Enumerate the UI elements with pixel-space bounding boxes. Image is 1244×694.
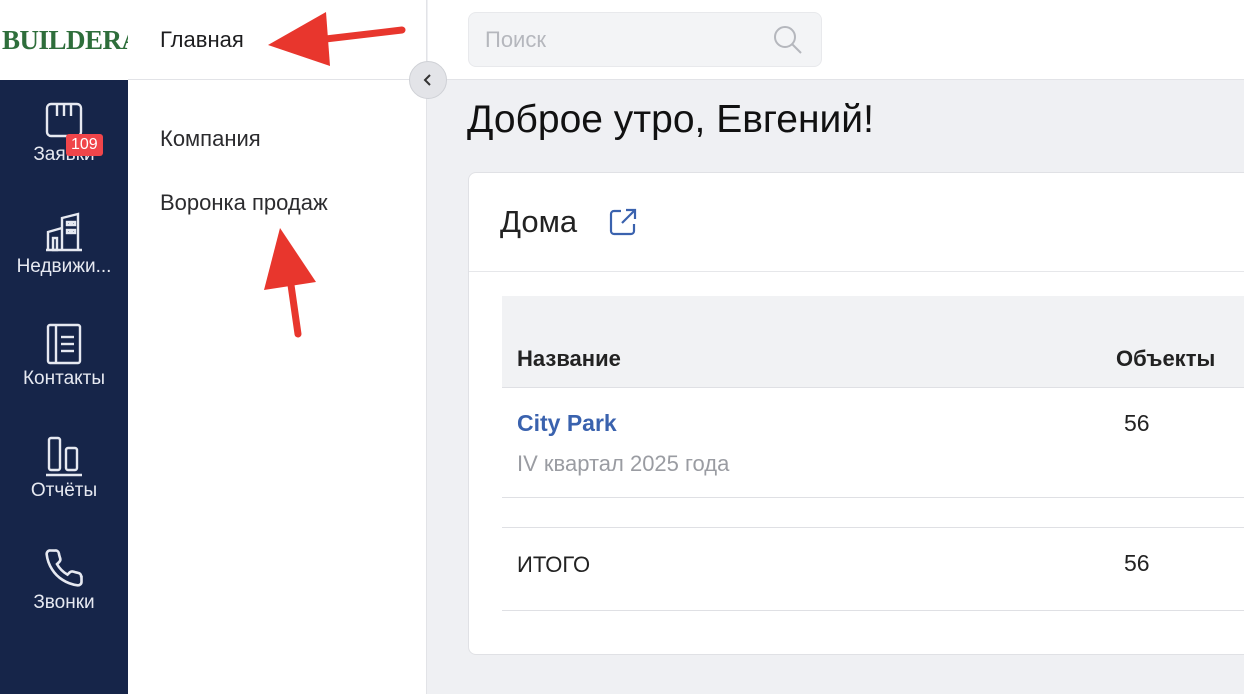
sidebar-item-contacts[interactable]: Контакты [0, 322, 128, 390]
sidebar-item-reports[interactable]: Отчёты [0, 434, 128, 502]
logo-text: BUILDERA [2, 24, 141, 55]
sidebar-item-label: Контакты [22, 368, 106, 389]
contacts-icon [42, 322, 86, 366]
sidebar-item-calls[interactable]: Звонки [0, 546, 128, 614]
table-total-row: ИТОГО 56 [502, 528, 1244, 611]
submenu-item-company[interactable]: Компания [160, 126, 261, 152]
main-sidebar: 109 Заявки Недвижи... Контакты Отчёты Зв… [0, 80, 128, 694]
table-row: City Park IV квартал 2025 года 56 [502, 388, 1244, 498]
house-completion-date: IV квартал 2025 года [517, 451, 730, 476]
sidebar-item-real-estate[interactable]: Недвижи... [0, 210, 128, 278]
houses-table: Название Объекты City Park IV квартал 20… [502, 296, 1244, 611]
search-box [468, 12, 822, 67]
table-header: Название Объекты [502, 296, 1244, 388]
reports-icon [42, 434, 86, 478]
sidebar-item-requests[interactable]: 109 Заявки [0, 98, 128, 166]
submenu-header-label: Главная [160, 26, 244, 52]
requests-badge: 109 [66, 134, 103, 156]
houses-card: Дома Название Объекты City Park IV кварт… [468, 172, 1244, 655]
sidebar-item-label: Отчёты [30, 480, 98, 501]
card-title: Дома [500, 204, 578, 239]
top-bar [428, 0, 1244, 80]
building-icon [42, 210, 86, 254]
row-divider [502, 498, 1244, 528]
sidebar-item-label: Недвижи... [16, 256, 112, 277]
chevron-left-icon [423, 74, 431, 86]
greeting-title: Доброе утро, Евгений! [467, 98, 874, 141]
total-label: ИТОГО [517, 552, 591, 577]
external-link-icon[interactable] [607, 206, 639, 238]
search-icon[interactable] [773, 25, 803, 60]
column-header-objects[interactable]: Объекты [1116, 346, 1215, 372]
submenu-item-sales-funnel[interactable]: Воронка продаж [160, 190, 328, 216]
column-header-name[interactable]: Название [517, 346, 621, 372]
house-objects-count: 56 [1124, 410, 1150, 436]
collapse-sidebar-button[interactable] [409, 61, 447, 99]
logo[interactable]: BUILDERA [0, 0, 141, 80]
card-header: Дома [469, 173, 1244, 272]
sidebar-item-label: Звонки [33, 592, 95, 613]
search-input[interactable] [469, 13, 759, 66]
submenu-header[interactable]: Главная [128, 0, 426, 80]
house-name-link[interactable]: City Park [517, 410, 617, 437]
phone-icon [42, 546, 86, 590]
submenu-panel: Главная Компания Воронка продаж [128, 0, 427, 694]
total-objects-count: 56 [1124, 550, 1150, 576]
